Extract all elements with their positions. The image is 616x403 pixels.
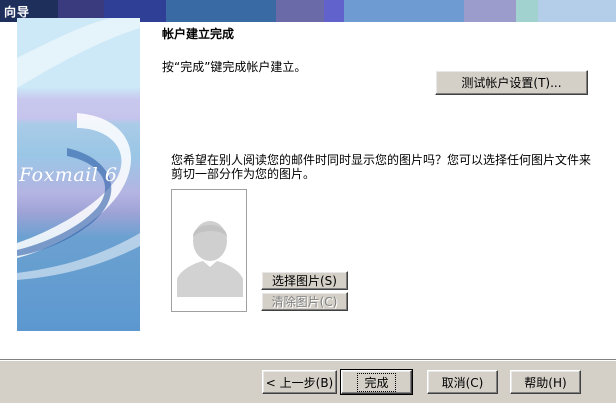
title-bar-segment [538,0,616,22]
cancel-button[interactable]: 取消(C) [427,370,498,394]
test-account-settings-button[interactable]: 测试帐户设置(T)... [435,70,588,95]
title-bar-segment [516,0,538,22]
foxmail-banner: Foxmail 6 [17,18,140,331]
title-bar-segment [166,0,276,22]
title-bar-segment [276,0,324,22]
back-button[interactable]: < 上一步(B) [262,370,337,394]
picture-question-text: 您希望在别人阅读您的邮件时同时显示您的图片吗？您可以选择任何图片文件来剪切一部分… [171,153,592,181]
finish-button[interactable]: 完成 [340,369,413,395]
page-heading: 帐户建立完成 [162,27,235,41]
foxmail-logo-text: Foxmail 6 [19,164,118,186]
select-picture-button[interactable]: 选择图片(S) [261,271,348,290]
finish-button-label: 完成 [357,372,396,392]
title-bar-segment [324,0,344,22]
help-button[interactable]: 帮助(H) [510,370,581,394]
finish-instruction: 按“完成”键完成帐户建立。 [162,60,307,74]
title-bar-segment [344,0,464,22]
avatar-preview [171,189,247,312]
clear-picture-button[interactable]: 清除图片(C) [261,292,348,311]
title-bar-segment [464,0,516,22]
default-avatar-icon [177,213,243,297]
